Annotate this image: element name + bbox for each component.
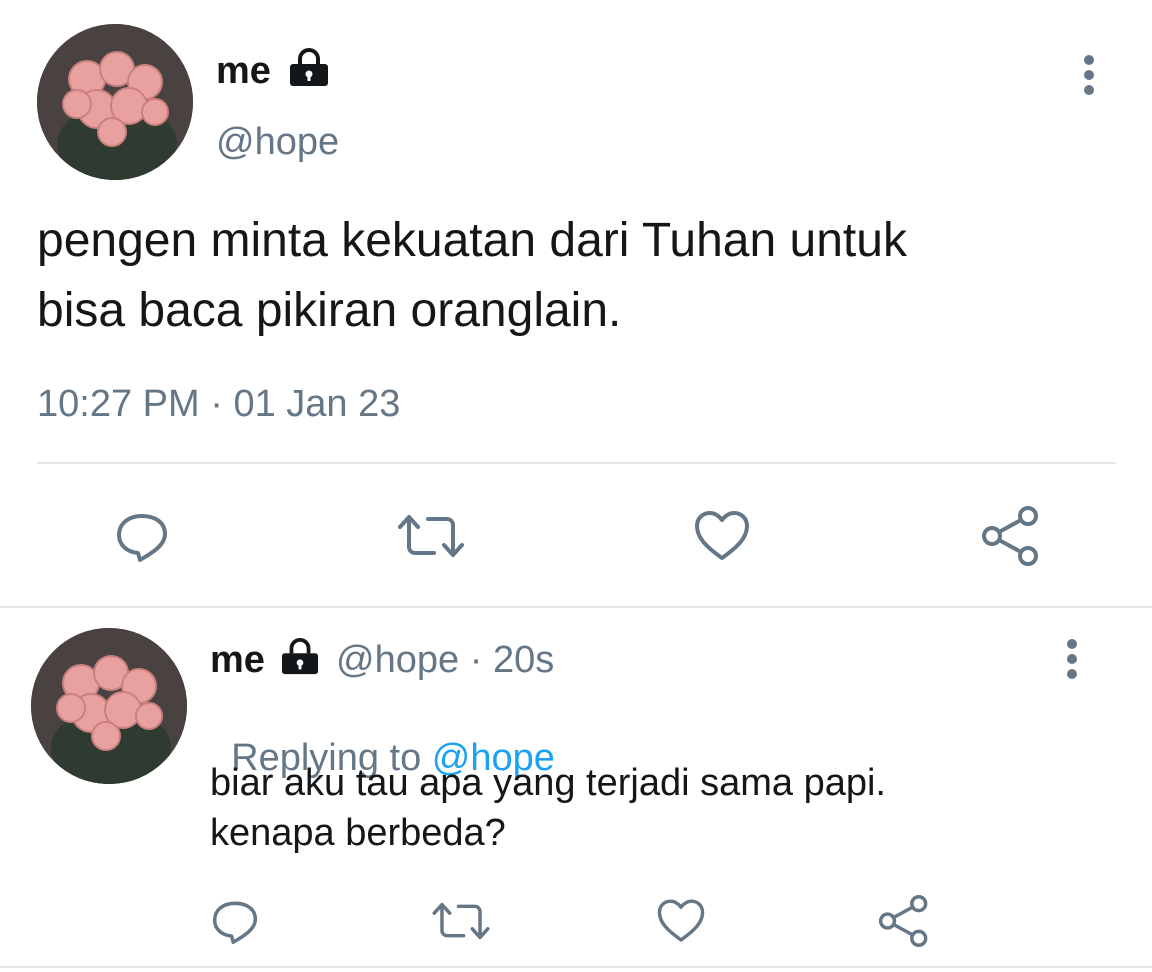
- reply-icon: [212, 901, 258, 944]
- reply-button[interactable]: [208, 896, 262, 946]
- tweet-time: 10:27 PM: [37, 383, 200, 425]
- retweet-icon: [398, 515, 464, 557]
- reply-handle[interactable]: @hope: [336, 639, 459, 681]
- share-icon: [982, 506, 1038, 566]
- divider: [0, 606, 1152, 608]
- divider: [37, 462, 1116, 464]
- lock-icon: [287, 48, 331, 98]
- more-vertical-icon[interactable]: [1072, 54, 1106, 96]
- display-name-text[interactable]: me: [216, 50, 271, 92]
- reply-age: 20s: [492, 639, 555, 682]
- more-vertical-icon[interactable]: [1055, 638, 1089, 680]
- reply-text-line: biar aku tau apa yang terjadi sama papi.: [210, 762, 886, 804]
- share-icon: [878, 895, 928, 947]
- divider: [0, 966, 1152, 968]
- tweet-text-line: pengen minta kekuatan dari Tuhan untuk: [37, 214, 907, 267]
- lock-icon: [279, 638, 321, 686]
- share-button[interactable]: [876, 894, 932, 948]
- share-button[interactable]: [980, 506, 1042, 566]
- like-icon: [695, 511, 749, 560]
- reply-header: me @hope · 20s: [210, 638, 554, 686]
- reply-button[interactable]: [112, 508, 172, 564]
- reply-text: biar aku tau apa yang terjadi sama papi.…: [210, 758, 886, 858]
- like-icon: [657, 899, 705, 942]
- retweet-icon: [432, 902, 490, 940]
- avatar[interactable]: [37, 24, 193, 180]
- reply-text-line: kenapa berbeda?: [210, 812, 506, 854]
- display-name[interactable]: me: [216, 48, 331, 98]
- reply-icon: [117, 514, 167, 562]
- like-button[interactable]: [654, 896, 708, 946]
- reply-display-name[interactable]: me: [210, 639, 265, 681]
- tweet-text-line: bisa baca pikiran oranglain.: [37, 284, 622, 337]
- timestamp[interactable]: 10:27 PM · 01 Jan 23: [37, 382, 400, 426]
- handle[interactable]: @hope: [216, 120, 339, 164]
- tweet-date: 01 Jan 23: [233, 383, 401, 425]
- tweet-text: pengen minta kekuatan dari Tuhan untuk b…: [37, 206, 907, 346]
- like-button[interactable]: [692, 508, 752, 564]
- separator-dot: ·: [210, 383, 223, 425]
- retweet-button[interactable]: [428, 896, 494, 946]
- separator-dot: ·: [469, 639, 483, 682]
- reply-avatar[interactable]: [31, 628, 187, 784]
- retweet-button[interactable]: [394, 508, 468, 564]
